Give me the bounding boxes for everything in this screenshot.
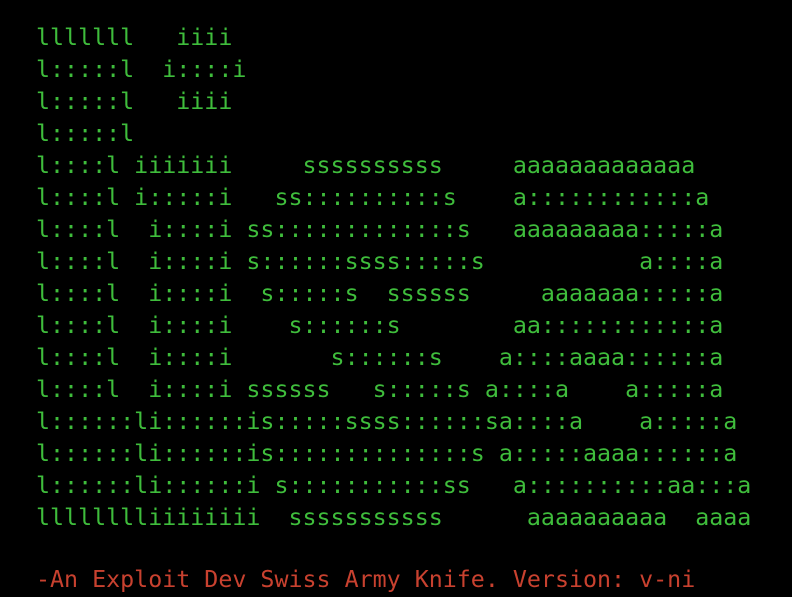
banner-line: lllllll iiii: [36, 24, 233, 51]
banner-line: l::::l i::::i ssssss s:::::s a::::a a:::…: [36, 376, 724, 403]
banner-line: l::::::li::::::i s:::::::::::ss a:::::::…: [36, 472, 752, 499]
banner-line: l:::::l iiii: [36, 88, 233, 115]
banner-line: l::::l i::::i s::::::ssss:::::s a::::a: [36, 248, 724, 275]
banner-line: l::::l i::::i s::::::s aa::::::::::::a: [36, 312, 724, 339]
banner-line: l::::l iiiiiii ssssssssss aaaaaaaaaaaaa: [36, 152, 696, 179]
banner-line: l::::l i::::i s::::::s a::::aaaa::::::a: [36, 344, 724, 371]
banner-line: l::::::li::::::is::::::::::::::s a:::::a…: [36, 440, 738, 467]
version-tagline: -An Exploit Dev Swiss Army Knife. Versio…: [36, 566, 696, 593]
banner-line: l::::l i:::::i ss::::::::::s a::::::::::…: [36, 184, 710, 211]
banner-line: l::::l i::::i ss:::::::::::::s aaaaaaaaa…: [36, 216, 724, 243]
banner-line: l::::::li::::::is:::::ssss::::::sa::::a …: [36, 408, 738, 435]
banner-line: l:::::l i::::i: [36, 56, 247, 83]
ascii-art-banner: lllllll iiiil:::::l i::::il:::::l iiiil:…: [36, 22, 792, 534]
terminal-window: lllllll iiiil:::::l i::::il:::::l iiiil:…: [0, 0, 792, 597]
banner-line: lllllllliiiiiiii sssssssssss aaaaaaaaaa …: [36, 504, 752, 531]
banner-line: l::::l i::::i s:::::s ssssss aaaaaaa::::…: [36, 280, 724, 307]
banner-line: l:::::l: [36, 120, 135, 147]
